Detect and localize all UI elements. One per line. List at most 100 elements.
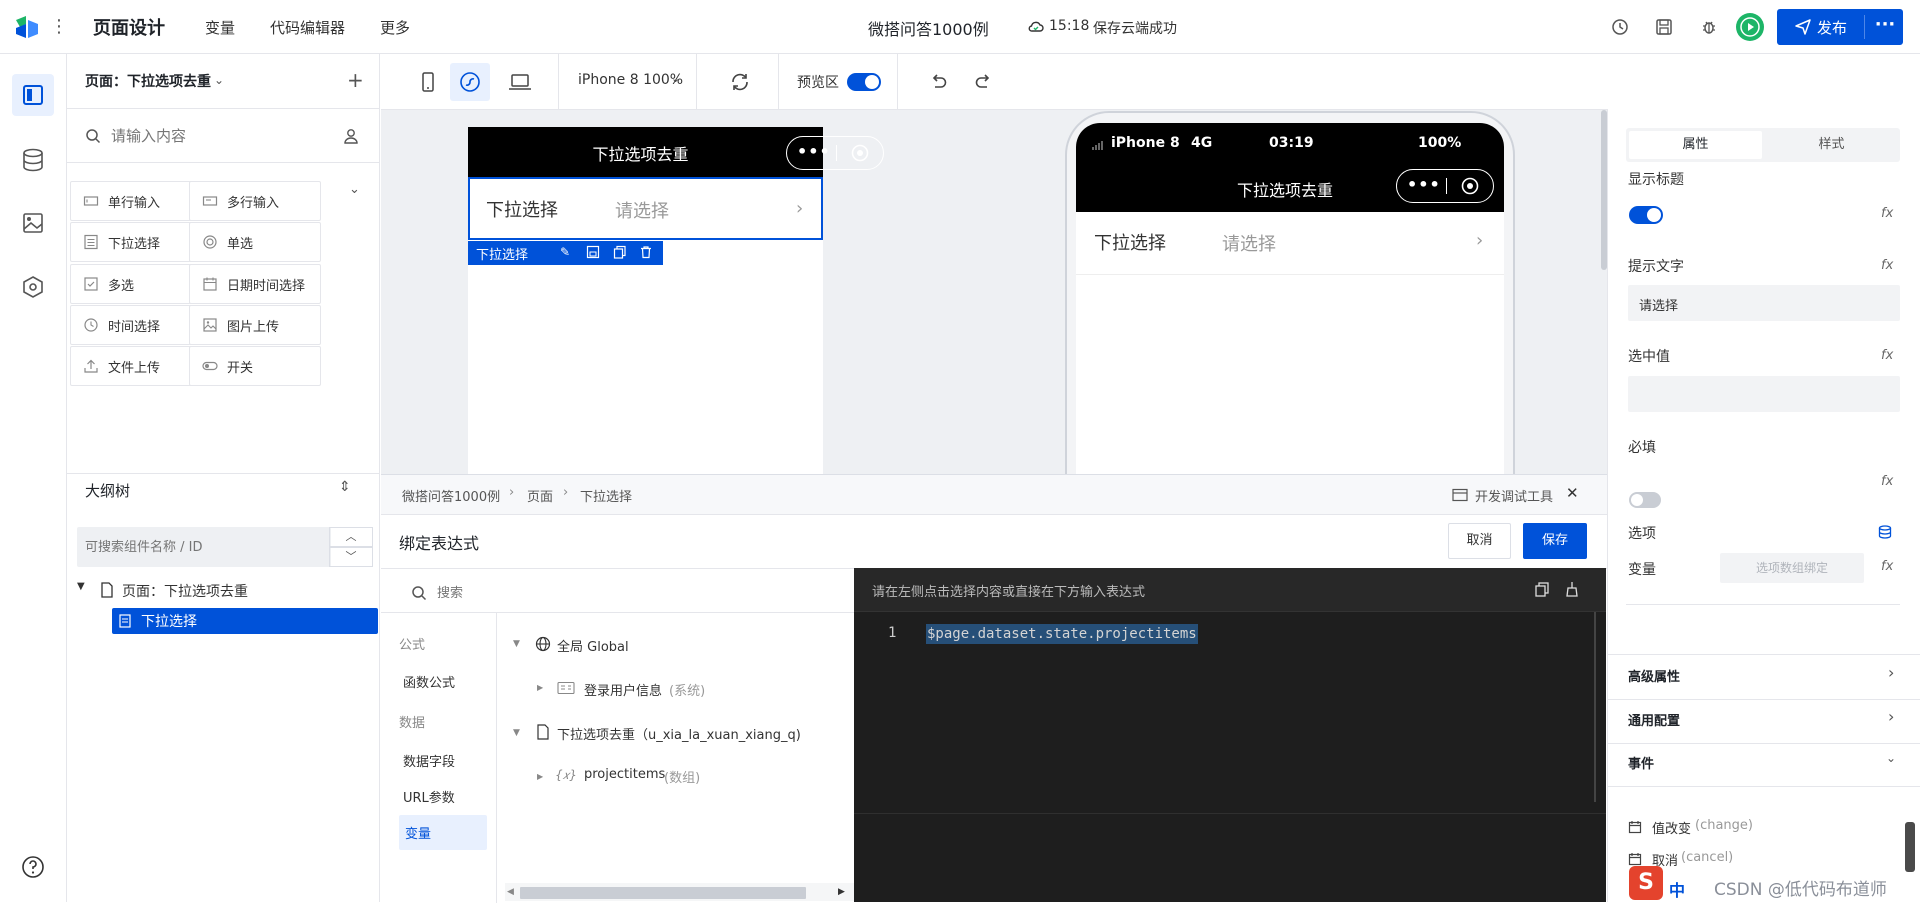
prev-result-icon[interactable]: ︿ bbox=[329, 527, 373, 547]
section-general[interactable]: 通用配置 bbox=[1628, 710, 1680, 729]
tree-projectitems[interactable]: projectitems bbox=[584, 767, 665, 782]
page-icon[interactable] bbox=[12, 74, 54, 116]
preview-select-field[interactable]: 下拉选择 请选择 › bbox=[1076, 212, 1504, 275]
tree-toggle-icon[interactable]: ▶ bbox=[537, 772, 543, 781]
user-filter-icon[interactable] bbox=[342, 127, 360, 145]
scroll-right-icon[interactable]: ▶ bbox=[838, 887, 845, 897]
category-data-field[interactable]: 数据字段 bbox=[403, 751, 455, 770]
side-widget[interactable] bbox=[1905, 822, 1915, 872]
component-card[interactable]: 单行输入 bbox=[70, 181, 202, 221]
next-result-icon[interactable]: ﹀ bbox=[329, 547, 373, 567]
preview-toggle[interactable] bbox=[847, 73, 881, 91]
fx-icon[interactable]: fx bbox=[1881, 206, 1893, 221]
database-icon[interactable] bbox=[12, 139, 54, 181]
collapse-icon[interactable]: ⌄ bbox=[349, 182, 360, 197]
copy-icon[interactable] bbox=[613, 245, 627, 259]
close-circle-icon[interactable] bbox=[851, 144, 869, 162]
fx-icon[interactable]: fx bbox=[1881, 348, 1893, 363]
component-card[interactable]: 单选 bbox=[189, 222, 321, 262]
design-select-field[interactable]: 下拉选择 请选择 › bbox=[468, 177, 823, 240]
debug-icon[interactable] bbox=[1698, 16, 1720, 38]
add-page-icon[interactable]: + bbox=[347, 68, 364, 92]
section-advanced[interactable]: 高级属性 bbox=[1628, 666, 1680, 685]
edit-icon[interactable]: ✎ bbox=[560, 245, 570, 259]
devtools-label[interactable]: 开发调试工具 bbox=[1475, 486, 1553, 505]
refresh-icon[interactable] bbox=[728, 70, 752, 94]
fx-icon[interactable]: fx bbox=[1881, 559, 1893, 574]
component-card[interactable]: 日期时间选择 bbox=[189, 264, 321, 304]
design-capsule[interactable]: ••• bbox=[786, 136, 884, 170]
more-dots-icon[interactable]: ••• bbox=[797, 142, 831, 161]
fx-icon[interactable]: fx bbox=[1881, 474, 1893, 489]
tab-styles[interactable]: 样式 bbox=[1765, 131, 1898, 159]
mobile-device-icon[interactable] bbox=[417, 70, 439, 94]
selected-value-input[interactable] bbox=[1628, 376, 1900, 412]
scroll-left-icon[interactable]: ◀ bbox=[507, 887, 514, 897]
fx-icon[interactable]: fx bbox=[1881, 258, 1893, 273]
undo-icon[interactable] bbox=[926, 70, 950, 94]
outline-search-input[interactable] bbox=[85, 534, 325, 560]
app-menu-icon[interactable]: ⋮ bbox=[50, 15, 68, 39]
section-events[interactable]: 事件 bbox=[1628, 753, 1654, 772]
app-logo-icon[interactable] bbox=[12, 14, 44, 40]
tree-page[interactable]: 下拉选项去重（u_xia_la_xuan_xiang_q) bbox=[557, 724, 801, 743]
tree-toggle-icon[interactable]: ▼ bbox=[513, 728, 520, 738]
breadcrumb-component[interactable]: 下拉选择 bbox=[580, 486, 632, 505]
expression-search-input[interactable] bbox=[437, 581, 737, 605]
publish-more-icon[interactable]: ··· bbox=[1873, 13, 1897, 37]
breadcrumb-page[interactable]: 页面 bbox=[527, 486, 553, 505]
copy-icon[interactable] bbox=[1534, 581, 1550, 597]
required-toggle[interactable] bbox=[1629, 492, 1661, 508]
redo-icon[interactable] bbox=[972, 70, 996, 94]
hint-input[interactable]: 请选择 bbox=[1628, 285, 1900, 321]
category-url-param[interactable]: URL参数 bbox=[403, 787, 455, 806]
breadcrumb-app[interactable]: 微搭问答1000例 bbox=[402, 486, 500, 505]
clear-broom-icon[interactable] bbox=[1564, 581, 1580, 597]
component-card[interactable]: 文件上传 bbox=[70, 346, 202, 386]
run-button[interactable] bbox=[1736, 13, 1764, 41]
extension-icon[interactable] bbox=[12, 266, 54, 308]
save-button[interactable]: 保存 bbox=[1523, 523, 1587, 559]
code-editor[interactable]: 请在左侧点击选择内容或直接在下方输入表达式 1 $page.dataset.st… bbox=[854, 568, 1606, 902]
component-search-input[interactable] bbox=[111, 123, 311, 149]
save-icon[interactable] bbox=[586, 245, 600, 259]
tree-item-page[interactable]: 页面：下拉选项去重 bbox=[122, 581, 248, 601]
tree-toggle-icon[interactable]: ▼ bbox=[77, 581, 85, 592]
component-card[interactable]: 多选 bbox=[70, 264, 202, 304]
event-change-label[interactable]: 值改变 bbox=[1652, 818, 1691, 837]
tree-scrollbar-thumb[interactable] bbox=[520, 887, 806, 899]
more-dots-icon[interactable]: ••• bbox=[1407, 175, 1441, 194]
tab-more[interactable]: 更多 bbox=[380, 17, 410, 38]
category-function[interactable]: 函数公式 bbox=[403, 672, 455, 691]
component-card[interactable]: 开关 bbox=[189, 346, 321, 386]
tab-properties[interactable]: 属性 bbox=[1629, 131, 1762, 159]
component-card[interactable]: 下拉选择 bbox=[70, 222, 202, 262]
expression-text[interactable]: $page.dataset.state.projectitems bbox=[926, 624, 1198, 644]
tree-item-select[interactable]: 下拉选择 bbox=[141, 611, 197, 631]
category-variable[interactable]: 变量 bbox=[405, 823, 431, 842]
save-icon[interactable] bbox=[1653, 16, 1675, 38]
chevron-down-icon[interactable]: ⌄ bbox=[671, 72, 680, 85]
ime-logo-icon[interactable]: S bbox=[1629, 866, 1663, 900]
component-card[interactable]: 图片上传 bbox=[189, 305, 321, 345]
chevron-right-icon[interactable]: › bbox=[1888, 707, 1894, 726]
variable-input[interactable]: 选项数组绑定 bbox=[1720, 553, 1864, 583]
device-zoom-select[interactable]: iPhone 8 100% bbox=[578, 72, 683, 88]
publish-button[interactable]: 发布 ··· bbox=[1777, 9, 1903, 45]
preview-capsule[interactable]: ••• bbox=[1396, 169, 1494, 203]
help-icon[interactable] bbox=[12, 846, 54, 888]
page-selector[interactable]: 页面：下拉选项去重 bbox=[85, 71, 211, 91]
delete-icon[interactable] bbox=[639, 245, 653, 259]
close-icon[interactable]: ✕ bbox=[1566, 484, 1579, 502]
image-icon[interactable] bbox=[12, 202, 54, 244]
tab-variables[interactable]: 变量 bbox=[205, 17, 235, 38]
expand-collapse-icon[interactable]: ⇕ bbox=[339, 479, 351, 495]
show-title-toggle[interactable] bbox=[1629, 206, 1663, 224]
datasource-icon[interactable] bbox=[1877, 524, 1893, 540]
tab-code-editor[interactable]: 代码编辑器 bbox=[270, 17, 345, 38]
chevron-down-icon[interactable]: ⌄ bbox=[214, 73, 224, 87]
tree-toggle-icon[interactable]: ▶ bbox=[537, 683, 543, 692]
history-icon[interactable] bbox=[1609, 16, 1631, 38]
ime-mode[interactable]: 中 bbox=[1669, 877, 1685, 901]
tree-toggle-icon[interactable]: ▼ bbox=[513, 639, 520, 649]
